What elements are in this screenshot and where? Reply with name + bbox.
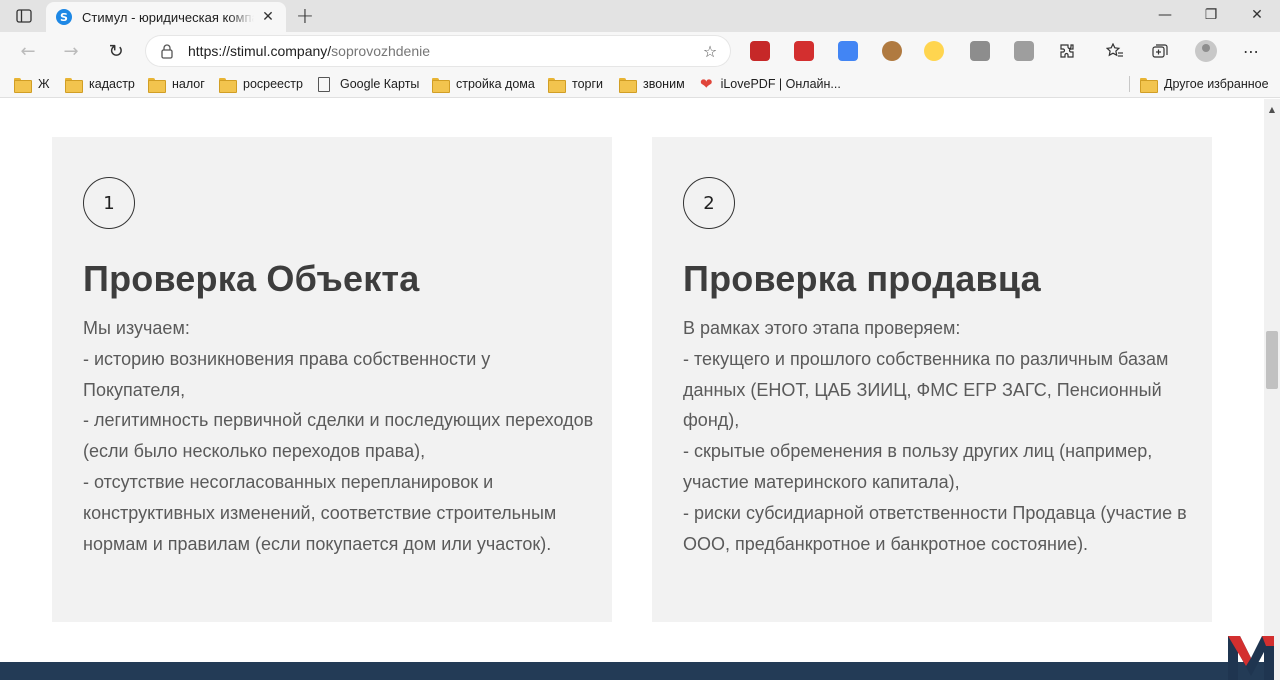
folder-icon [432, 77, 450, 93]
bookmark-folder-nalog[interactable]: налог [148, 74, 205, 94]
title-bar: S Стимул - юридическая компания ✕ + — ❐ … [0, 0, 1280, 32]
stimul-logo-icon[interactable] [1226, 632, 1276, 680]
lock-icon[interactable] [160, 43, 174, 59]
minimize-button[interactable]: — [1142, 0, 1188, 30]
step-card-seller-check: 2 Проверка продавца В рамках этого этапа… [652, 137, 1212, 622]
window-controls: — ❐ ✕ [1142, 0, 1280, 32]
other-favorites-folder[interactable]: Другое избранное [1140, 74, 1269, 94]
step-number-badge: 1 [83, 177, 135, 229]
page-icon [318, 76, 330, 92]
bookmark-folder-rosreestr[interactable]: росреестр [219, 74, 303, 94]
card-description: Мы изучаем: - историю возникновения прав… [83, 313, 594, 559]
settings-menu-icon[interactable]: ⋯ [1240, 40, 1262, 62]
profile-avatar[interactable] [1195, 40, 1217, 62]
card-line: - историю возникновения права собственно… [83, 348, 491, 369]
card-line: участие материнского капитала), [683, 471, 960, 492]
close-window-button[interactable]: ✕ [1234, 0, 1280, 30]
collections-icon[interactable] [1149, 40, 1171, 62]
card-line: (если было несколько переходов права), [83, 441, 426, 462]
folder-icon [1140, 77, 1158, 93]
card-title: Проверка продавца [683, 258, 1041, 299]
url-path: soprovozhdenie [331, 43, 431, 59]
card-line: - текущего и прошлого собственника по ра… [683, 348, 1169, 369]
footer-section [0, 662, 1264, 680]
card-description: В рамках этого этапа проверяем: - текуще… [683, 313, 1187, 559]
heart-icon: ❤ [700, 76, 713, 93]
tab-actions-button[interactable] [10, 4, 38, 28]
tab-actions-icon [16, 9, 32, 23]
scroll-up-arrow-icon[interactable]: ▲ [1264, 103, 1280, 115]
bookmark-folder-zh[interactable]: Ж [14, 74, 50, 94]
bookmark-folder-stroika[interactable]: стройка дома [432, 74, 535, 94]
web-page-content: 1 Проверка Объекта Мы изучаем: - историю… [0, 99, 1264, 680]
translate-extension-icon[interactable] [838, 41, 858, 61]
favorites-icon[interactable] [1104, 40, 1126, 62]
card-line: ООО, предбанкротное и банкротное состоян… [683, 533, 1089, 554]
extension-grey-icon[interactable] [970, 41, 990, 61]
reload-button[interactable]: ↻ [102, 38, 130, 64]
folder-icon [65, 77, 83, 93]
tab-close-icon[interactable]: ✕ [258, 7, 278, 27]
card-line: - легитимность первичной сделки и послед… [83, 410, 594, 431]
new-tab-button[interactable]: + [292, 4, 318, 29]
card-line: - риски субсидиарной ответственности Про… [683, 502, 1187, 523]
extension-red-icon[interactable] [750, 41, 770, 61]
card-line: данных (ЕНОТ, ЦАБ ЗИИЦ, ФМС ЕГР ЗАГС, Пе… [683, 379, 1162, 400]
address-bar[interactable]: https://stimul.company/soprovozhdenie ☆ [146, 36, 730, 66]
card-line: - скрытые обременения в пользу других ли… [683, 441, 1153, 462]
bookmark-folder-zvonim[interactable]: звоним [619, 74, 685, 94]
browser-tab-active[interactable]: S Стимул - юридическая компания ✕ [46, 2, 286, 32]
url-host: https://stimul.company/ [188, 43, 332, 59]
back-button[interactable]: ← [14, 38, 42, 64]
tab-title: Стимул - юридическая компания [82, 9, 254, 25]
yandex-extension-icon[interactable] [924, 41, 944, 61]
bookmark-ilovepdf[interactable]: ❤ iLovePDF | Онлайн... [700, 74, 841, 94]
card-line: - отсутствие несогласованных перепланиро… [83, 471, 494, 492]
folder-icon [619, 77, 637, 93]
step-number-badge: 2 [683, 177, 735, 229]
extension-avatar-icon[interactable] [882, 41, 902, 61]
forward-button[interactable]: → [57, 38, 85, 64]
bookmarks-separator [1129, 76, 1130, 92]
bookmark-folder-torgi[interactable]: торги [548, 74, 603, 94]
add-favorite-icon[interactable]: ☆ [700, 41, 720, 61]
extensions-puzzle-icon[interactable] [1056, 40, 1078, 62]
card-line: фонд), [683, 410, 740, 431]
stimul-favicon-icon: S [56, 9, 72, 25]
page-scrollbar[interactable]: ▲ [1264, 99, 1280, 680]
folder-icon [148, 77, 166, 93]
step-card-object-check: 1 Проверка Объекта Мы изучаем: - историю… [52, 137, 612, 622]
card-line: В рамках этого этапа проверяем: [683, 318, 961, 338]
card-line: нормам и правилам (если покупается дом и… [83, 533, 552, 554]
bookmark-folder-kadastr[interactable]: кадастр [65, 74, 135, 94]
card-title: Проверка Объекта [83, 258, 420, 299]
folder-icon [548, 77, 566, 93]
extension-red-square-icon[interactable] [794, 41, 814, 61]
scrollbar-thumb[interactable] [1266, 331, 1278, 389]
folder-icon [219, 77, 237, 93]
card-line: Мы изучаем: [83, 318, 190, 338]
collections-extension-icon[interactable] [1014, 41, 1034, 61]
url-text[interactable]: https://stimul.company/soprovozhdenie [188, 43, 430, 59]
folder-icon [14, 77, 32, 93]
bookmark-google-maps[interactable]: Google Карты [318, 74, 419, 94]
browser-toolbar: ← → ↻ https://stimul.company/soprovozhde… [0, 32, 1280, 70]
card-line: Покупателя, [83, 379, 186, 400]
card-line: конструктивных изменений, соответствие с… [83, 502, 557, 523]
maximize-button[interactable]: ❐ [1188, 0, 1234, 30]
bookmarks-bar: Ж кадастр налог росреестр Google Карты с… [0, 70, 1280, 98]
